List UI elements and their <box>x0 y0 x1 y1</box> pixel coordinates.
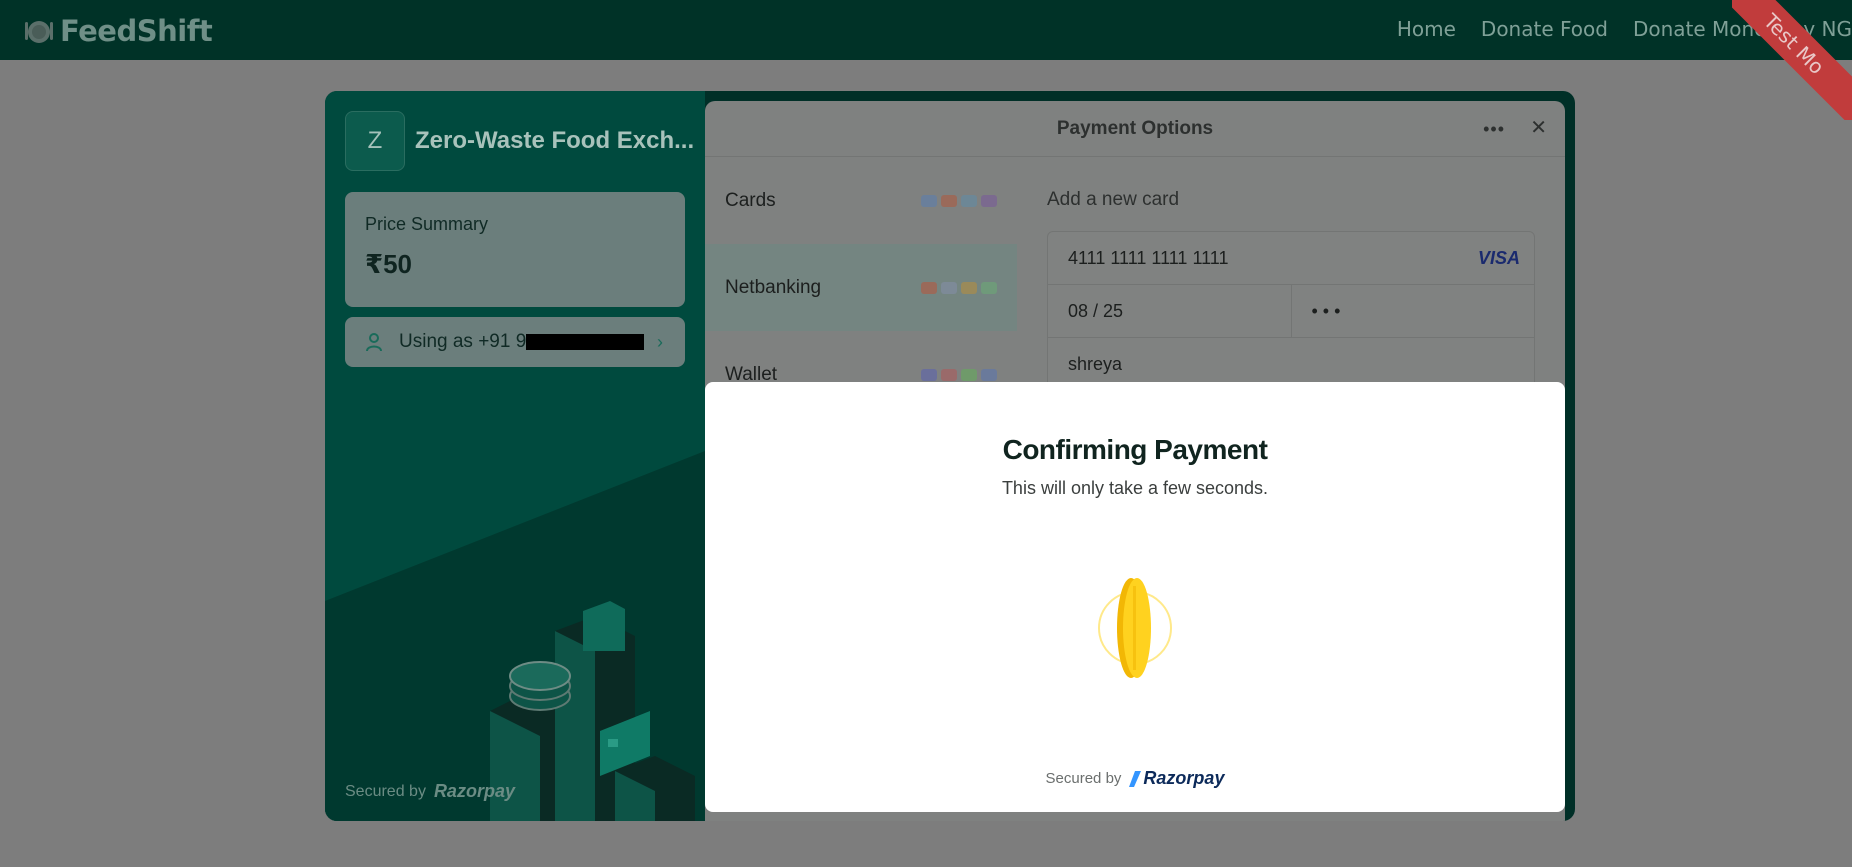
card-expiry-cvv-row: 08 / 25 • • • <box>1048 285 1534 338</box>
secured-by-label: Secured by <box>345 782 426 800</box>
method-netbanking[interactable]: Netbanking <box>705 244 1017 331</box>
top-navbar: FeedShift Home Donate Food Donate Money … <box>0 0 1852 120</box>
secured-by-footer: Secured by Razorpay <box>345 781 515 802</box>
bank-icon <box>961 281 977 294</box>
mastercard-icon <box>941 194 957 207</box>
card-number-value: 4111 1111 1111 1111 <box>1068 247 1229 268</box>
razorpay-logo: Razorpay <box>433 781 515 801</box>
payment-header: Payment Options ••• ✕ <box>705 101 1565 157</box>
nav-link-home[interactable]: Home <box>1397 17 1456 41</box>
wallet-icon <box>941 368 957 381</box>
brand[interactable]: FeedShift <box>24 14 213 48</box>
wallet-icon <box>961 368 977 381</box>
add-card-form: Add a new card 4111 1111 1111 1111 VISA … <box>1047 157 1535 392</box>
cardholder-name-value: shreya <box>1068 354 1123 374</box>
add-card-title: Add a new card <box>1047 189 1180 210</box>
payment-options-title: Payment Options <box>1056 117 1214 139</box>
merchant-logo: Z <box>345 111 405 171</box>
spinning-coin-icon <box>1098 578 1172 678</box>
more-options-icon[interactable]: ••• <box>1483 119 1505 140</box>
razorpay-wordmark: Razorpay <box>1143 768 1225 788</box>
price-summary-card: Price Summary ₹50 <box>345 192 685 307</box>
card-number-field[interactable]: 4111 1111 1111 1111 VISA <box>1048 232 1534 285</box>
bank-icons <box>921 281 997 294</box>
user-contact-card[interactable]: Using as +91 9 › <box>345 317 685 367</box>
brand-name: FeedShift <box>60 14 213 48</box>
payment-methods-list: Cards Netbanking Wallet <box>705 157 1017 418</box>
user-contact-prefix: Using as +91 9 <box>399 331 527 352</box>
checkout-sidebar: Z Zero-Waste Food Exch... Price Summary … <box>325 91 705 821</box>
test-mode-label: Test Mo <box>1732 0 1852 120</box>
bank-icon <box>921 281 937 294</box>
expiry-value: 08 / 25 <box>1068 300 1124 321</box>
close-icon[interactable]: ✕ <box>1530 115 1547 140</box>
rupay-icon <box>961 194 977 207</box>
visa-icon <box>921 194 937 207</box>
price-summary-label: Price Summary <box>365 214 489 234</box>
secured-by-razorpay: Secured by Razorpay <box>705 768 1565 789</box>
card-network-icons <box>921 194 997 207</box>
expiry-field[interactable]: 08 / 25 <box>1048 285 1292 337</box>
chevron-right-icon: › <box>657 331 663 352</box>
wallet-icon <box>921 368 937 381</box>
visa-logo-icon: VISA <box>1477 247 1520 268</box>
razorpay-mark-icon <box>1129 770 1142 787</box>
user-contact-text: Using as +91 9 <box>399 331 645 353</box>
card-fields: 4111 1111 1111 1111 VISA 08 / 25 • • • s… <box>1047 231 1535 392</box>
wallet-icons <box>921 368 997 381</box>
secured-by-label: Secured by <box>1045 770 1122 787</box>
user-icon <box>366 333 382 352</box>
confirming-payment-title: Confirming Payment <box>1002 434 1268 465</box>
confirming-payment-subtitle: This will only take a few seconds. <box>1001 478 1269 498</box>
bank-icon <box>941 281 957 294</box>
test-mode-ribbon: Test Mo <box>1732 0 1852 120</box>
maestro-icon <box>981 194 997 207</box>
merchant-info: Z Zero-Waste Food Exch... <box>345 111 694 171</box>
redacted-phone <box>526 333 645 350</box>
confirming-payment-modal: Confirming Payment This will only take a… <box>705 382 1565 812</box>
price-amount: ₹50 <box>365 249 413 279</box>
merchant-name: Zero-Waste Food Exch... <box>415 127 695 154</box>
plate-icon <box>25 21 53 43</box>
cvv-value: • • • <box>1311 300 1341 321</box>
razorpay-logo: Razorpay <box>1129 768 1224 789</box>
wallet-icon <box>981 368 997 381</box>
method-label: Cards <box>725 189 776 211</box>
bank-icon <box>981 281 997 294</box>
nav-link-donate-food[interactable]: Donate Food <box>1481 17 1608 41</box>
method-label: Netbanking <box>725 276 822 298</box>
method-cards[interactable]: Cards <box>705 157 1017 244</box>
cvv-field[interactable]: • • • <box>1292 285 1535 337</box>
